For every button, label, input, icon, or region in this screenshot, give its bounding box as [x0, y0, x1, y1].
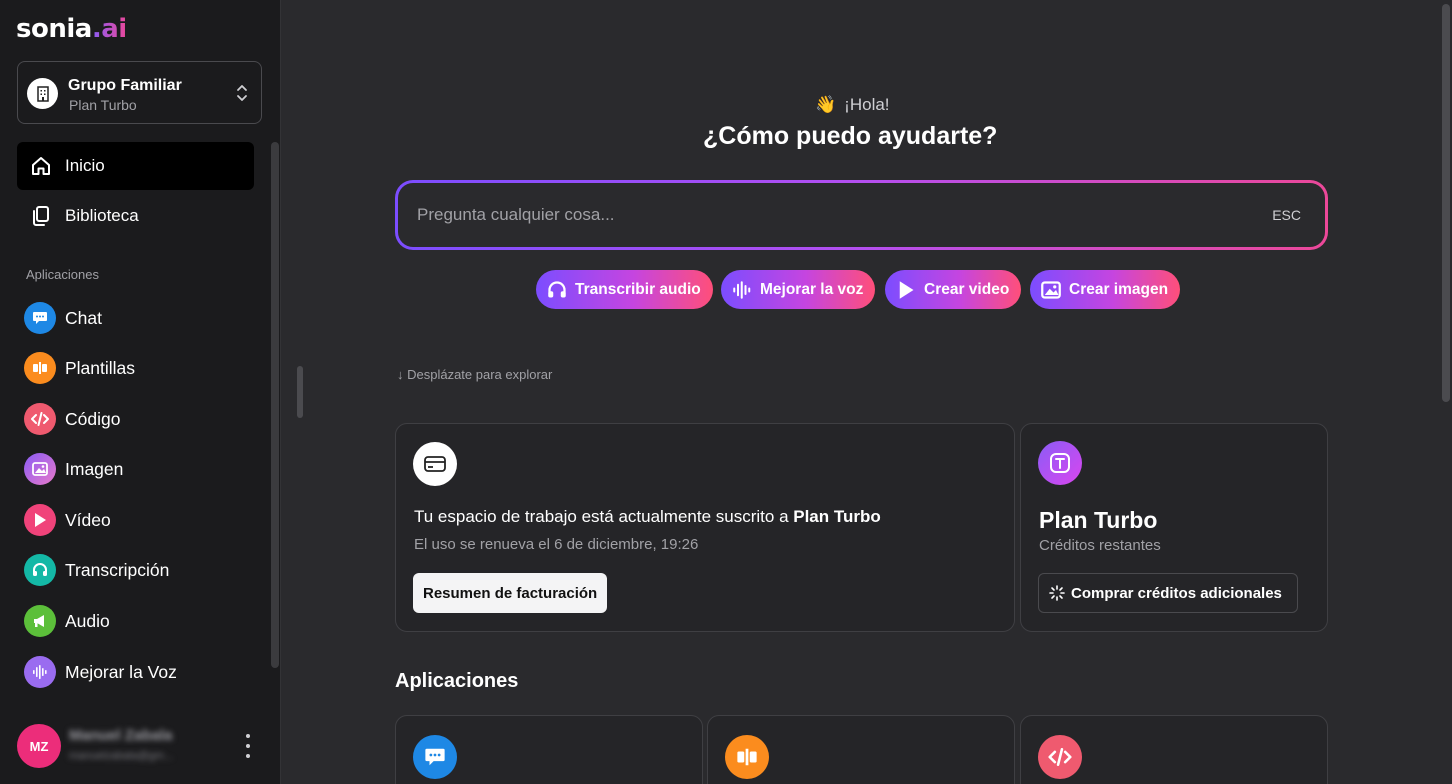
- sidebar-scrollbar[interactable]: [271, 142, 279, 668]
- user-profile[interactable]: MZ Manuel Zabala manuelzabala@gm...: [17, 724, 267, 768]
- buy-credits-label: Comprar créditos adicionales: [1071, 584, 1282, 602]
- subscription-text: Tu espacio de trabajo está actualmente s…: [414, 507, 881, 526]
- sidebar-item-plantillas[interactable]: Plantillas: [17, 348, 254, 388]
- sidebar-item-video[interactable]: Vídeo: [17, 500, 254, 540]
- sidebar-item-label: Audio: [65, 610, 110, 631]
- headphones-icon: [24, 554, 56, 586]
- apps-heading: Aplicaciones: [395, 670, 519, 692]
- waveform-icon: [24, 656, 56, 688]
- building-icon: [27, 78, 58, 109]
- code-icon: [1038, 735, 1082, 779]
- home-icon: [29, 154, 53, 178]
- user-email: manuelzabala@gm...: [69, 750, 174, 762]
- sidebar-item-label: Transcripción: [65, 559, 170, 580]
- app-card-chat[interactable]: [395, 715, 703, 784]
- app-logo[interactable]: sonia.ai: [16, 14, 127, 44]
- sidebar-item-audio[interactable]: Audio: [17, 601, 254, 641]
- avatar: MZ: [17, 724, 61, 768]
- turbo-plan-icon: [1038, 441, 1082, 485]
- user-name: Manuel Zabala: [69, 727, 173, 744]
- templates-icon: [24, 352, 56, 384]
- chip-transcribir-audio[interactable]: Transcribir audio: [536, 270, 713, 309]
- more-vertical-icon[interactable]: [243, 734, 253, 758]
- nav-item-biblioteca[interactable]: Biblioteca: [17, 192, 254, 240]
- workspace-name: Grupo Familiar: [68, 77, 182, 94]
- wave-emoji: 👋: [815, 95, 837, 114]
- ask-box: ESC: [395, 180, 1328, 250]
- ask-input[interactable]: [417, 197, 1237, 233]
- nav-label: Inicio: [65, 156, 105, 175]
- nav-label: Biblioteca: [65, 206, 139, 225]
- chip-mejorar-voz[interactable]: Mejorar la voz: [721, 270, 876, 309]
- section-label-aplicaciones: Aplicaciones: [26, 267, 99, 282]
- chat-icon: [413, 735, 457, 779]
- esc-hint: ESC: [1272, 207, 1301, 223]
- chevron-up-down-icon: [237, 85, 247, 101]
- waveform-icon: [731, 279, 753, 301]
- sidebar: sonia.ai Grupo Familiar Plan Turbo Inici…: [0, 0, 281, 784]
- credits-label: Créditos restantes: [1039, 537, 1161, 554]
- buy-credits-button[interactable]: Comprar créditos adicionales: [1038, 573, 1298, 613]
- app-card-plantillas[interactable]: [707, 715, 1015, 784]
- chip-crear-video[interactable]: Crear video: [885, 270, 1022, 309]
- headphones-icon: [546, 279, 568, 301]
- sidebar-item-label: Vídeo: [65, 509, 111, 530]
- plan-card: Plan Turbo Créditos restantes Comprar cr…: [1020, 423, 1328, 632]
- sidebar-item-label: Mejorar la Voz: [65, 661, 177, 682]
- sparkle-icon: [1049, 585, 1065, 601]
- chip-label: Crear imagen: [1069, 280, 1169, 298]
- scroll-hint: ↓ Desplázate para explorar: [397, 367, 553, 382]
- sidebar-item-label: Imagen: [65, 458, 124, 479]
- sidebar-item-chat[interactable]: Chat: [17, 298, 254, 338]
- chat-icon: [24, 302, 56, 334]
- sidebar-item-label: Chat: [65, 307, 102, 328]
- workspace-switcher[interactable]: Grupo Familiar Plan Turbo: [17, 61, 262, 124]
- nav-item-inicio[interactable]: Inicio: [17, 142, 254, 190]
- app-card-codigo[interactable]: [1020, 715, 1328, 784]
- chip-crear-imagen[interactable]: Crear imagen: [1030, 270, 1181, 309]
- image-icon: [1040, 279, 1062, 301]
- code-icon: [24, 403, 56, 435]
- templates-icon: [725, 735, 769, 779]
- greeting: 👋 ¡Hola!: [815, 95, 890, 114]
- chip-label: Transcribir audio: [575, 280, 701, 298]
- video-icon: [24, 504, 56, 536]
- sidebar-item-transcripcion[interactable]: Transcripción: [17, 550, 254, 590]
- sidebar-item-label: Código: [65, 408, 121, 429]
- billing-summary-button[interactable]: Resumen de facturación: [413, 573, 608, 613]
- page-title: ¿Cómo puedo ayudarte?: [703, 122, 998, 150]
- sidebar-item-codigo[interactable]: Código: [17, 399, 254, 439]
- megaphone-icon: [24, 605, 56, 637]
- sidebar-item-imagen[interactable]: Imagen: [17, 449, 254, 489]
- sidebar-item-mejorar-voz[interactable]: Mejorar la Voz: [17, 652, 254, 692]
- workspace-plan: Plan Turbo: [69, 97, 137, 113]
- library-icon: [29, 204, 53, 228]
- credit-card-icon: [413, 442, 457, 486]
- subscription-card: Tu espacio de trabajo está actualmente s…: [395, 423, 1015, 632]
- chip-label: Crear video: [924, 280, 1010, 298]
- chip-label: Mejorar la voz: [760, 280, 864, 298]
- plan-name: Plan Turbo: [1039, 507, 1158, 533]
- renewal-text: El uso se renueva el 6 de diciembre, 19:…: [414, 536, 699, 553]
- sidebar-item-label: Plantillas: [65, 357, 136, 378]
- image-icon: [24, 453, 56, 485]
- play-icon: [895, 279, 917, 301]
- sidebar-resize-handle[interactable]: [297, 366, 303, 418]
- main-scrollbar-thumb[interactable]: [1442, 4, 1450, 402]
